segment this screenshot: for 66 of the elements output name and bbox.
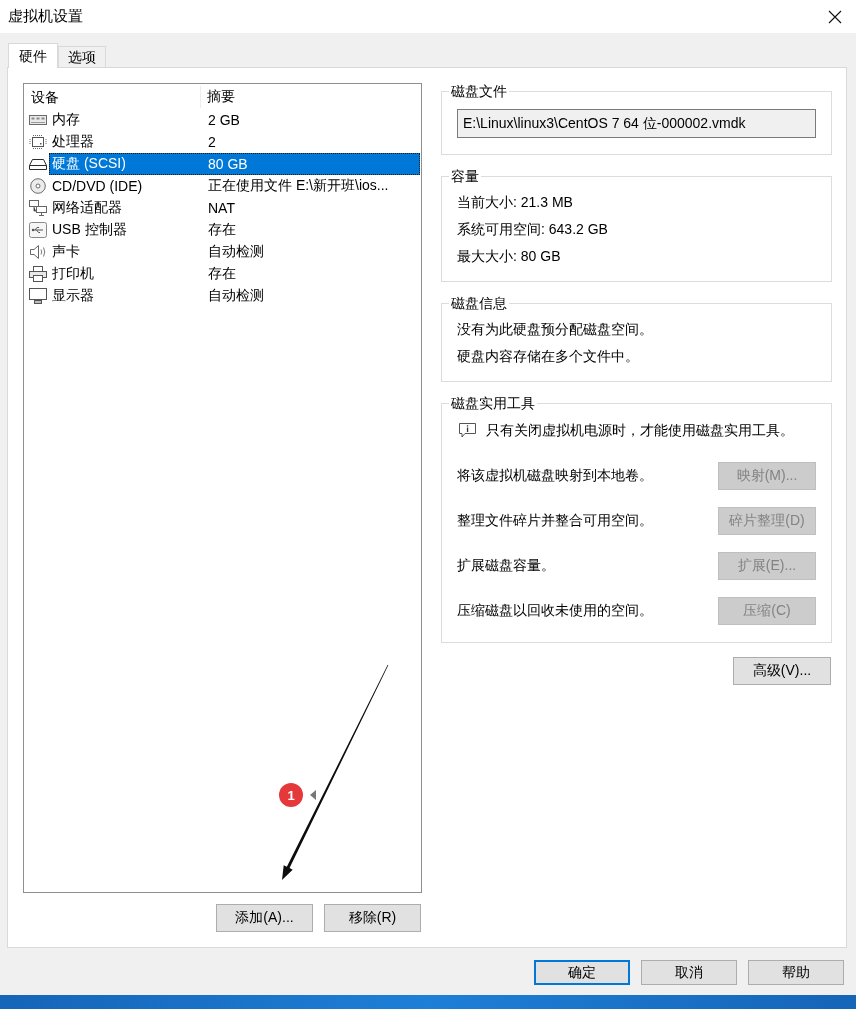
device-name: 内存 [51, 111, 81, 129]
close-icon[interactable] [828, 9, 842, 24]
monitor-icon [29, 288, 47, 304]
hard-drive-icon [29, 156, 47, 172]
notice-text: 只有关闭虚拟机电源时，才能使用磁盘实用工具。 [486, 421, 794, 440]
device-summary: 自动检测 [207, 287, 264, 305]
list-row[interactable]: 网络适配器 NAT [49, 197, 420, 219]
device-name: 网络适配器 [51, 199, 123, 217]
list-row[interactable]: 内存 2 GB [49, 109, 420, 131]
computers-icon [29, 200, 47, 216]
list-row[interactable]: 处理器 2 [49, 131, 420, 153]
device-summary: NAT [207, 200, 235, 216]
device-name: 处理器 [51, 133, 95, 151]
step-badge: 1 [279, 783, 303, 807]
speaker-icon [29, 244, 47, 260]
list-button[interactable]: 添加(A)... [216, 904, 313, 932]
device-name: 显示器 [51, 287, 95, 305]
action-description: 整理文件碎片并整合可用空间。 [457, 512, 653, 530]
action-description: 压缩磁盘以回收未使用的空间。 [457, 602, 653, 620]
device-name: 硬盘 (SCSI) [51, 155, 127, 173]
list-row[interactable]: 硬盘 (SCSI) 80 GB [49, 153, 420, 175]
disc-icon [29, 178, 47, 194]
list-row[interactable]: CD/DVD (IDE) 正在使用文件 E:\新开班\ios... [49, 175, 420, 197]
file-path-field[interactable]: E:\Linux\linux3\CentOS 7 64 位-000002.vmdk [457, 109, 816, 138]
advanced-button[interactable]: 高级(V)... [733, 657, 831, 685]
tab[interactable]: 选项 [58, 46, 106, 67]
group-title: 磁盘信息 [450, 295, 508, 311]
device-name: 打印机 [51, 265, 95, 283]
ram-module-icon [29, 112, 47, 128]
dialog-button[interactable]: 帮助 [748, 960, 844, 985]
list-button[interactable]: 移除(R) [324, 904, 421, 932]
group-title: 磁盘实用工具 [450, 395, 536, 411]
triangle-icon [310, 790, 316, 800]
window-title: 虚拟机设置 [8, 7, 83, 26]
column-header[interactable]: 设备 [24, 85, 201, 108]
device-summary: 存在 [207, 265, 236, 283]
device-name: USB 控制器 [51, 221, 128, 239]
device-name: CD/DVD (IDE) [51, 178, 144, 194]
usb-icon [29, 222, 47, 238]
info-text: 硬盘内容存储在多个文件中。 [457, 347, 640, 366]
column-header[interactable]: 摘要 [201, 87, 235, 106]
action-description: 扩展磁盘容量。 [457, 557, 555, 575]
chip-icon [29, 134, 47, 150]
list-row[interactable]: 声卡 自动检测 [49, 241, 420, 263]
device-name: 声卡 [51, 243, 81, 261]
dialog-button[interactable]: 确定 [534, 960, 630, 985]
device-summary: 2 GB [207, 112, 240, 128]
capacity-text: 最大大小: 80 GB [457, 247, 562, 266]
capacity-text: 系统可用空间: 643.2 GB [457, 220, 609, 239]
list-row[interactable]: USB 控制器 存在 [49, 219, 420, 241]
dialog-button[interactable]: 取消 [641, 960, 737, 985]
device-summary: 自动检测 [207, 243, 264, 261]
device-summary: 存在 [207, 221, 236, 239]
info-icon [459, 423, 476, 438]
device-summary: 80 GB [207, 156, 248, 172]
device-summary: 2 [207, 134, 216, 150]
list-row[interactable]: 打印机 存在 [49, 263, 420, 285]
list-row[interactable]: 显示器 自动检测 [49, 285, 420, 307]
info-text: 没有为此硬盘预分配磁盘空间。 [457, 320, 654, 339]
group-title: 容量 [450, 168, 480, 184]
group-title: 磁盘文件 [450, 83, 508, 99]
tab[interactable]: 硬件 [8, 43, 58, 68]
capacity-text: 当前大小: 21.3 MB [457, 193, 574, 212]
printer-icon [29, 266, 47, 282]
action-description: 将该虚拟机磁盘映射到本地卷。 [457, 467, 653, 485]
device-summary: 正在使用文件 E:\新开班\ios... [207, 177, 389, 195]
